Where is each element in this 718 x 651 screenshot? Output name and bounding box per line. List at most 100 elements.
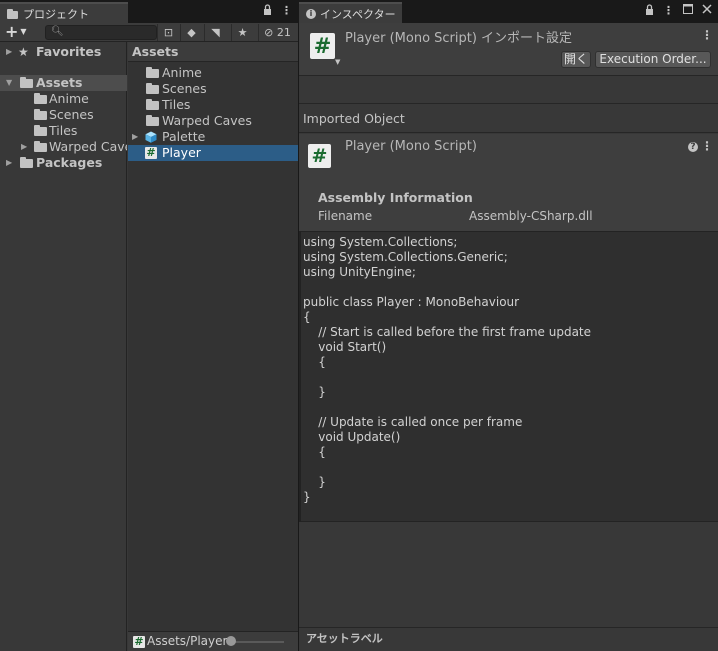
folder-icon <box>34 109 47 120</box>
code-line: { <box>303 310 311 324</box>
favorite-button[interactable]: ★ <box>231 24 253 41</box>
filename-value: Assembly-CSharp.dll <box>469 209 593 223</box>
selected-asset-path: Assets/Player <box>147 634 227 648</box>
folder-icon <box>7 8 19 19</box>
code-line: { <box>303 445 326 459</box>
folder-icon <box>146 67 159 78</box>
project-tabbar: プロジェクト ⋮ <box>0 0 298 23</box>
search-input[interactable] <box>62 26 154 39</box>
tree-item-scenes[interactable]: Scenes <box>0 107 127 123</box>
kebab-menu-icon[interactable]: ⋮ <box>701 139 713 153</box>
expand-arrow-icon[interactable]: ▶ <box>132 129 138 145</box>
list-item-player[interactable]: # Player <box>128 145 298 161</box>
folder-icon <box>146 99 159 110</box>
filter-by-type-button[interactable]: ◆ <box>180 24 202 41</box>
list-item-palette[interactable]: ▶ Palette <box>128 129 298 145</box>
project-footer: # Assets/Player <box>128 631 298 651</box>
code-line: } <box>303 385 326 399</box>
tree-item-favorites[interactable]: ▶ ★ Favorites <box>0 44 127 60</box>
list-item-label: Warped Caves <box>162 113 252 128</box>
hidden-count: 21 <box>276 26 291 39</box>
assembly-title: Assembly Information <box>318 190 473 205</box>
asset-list: Assets Anime Scenes Tiles Warped Caves ▶… <box>128 42 298 631</box>
inspector-tabbar: i インスペクター ⋮ <box>299 0 718 23</box>
search-field[interactable]: 🔍︎ <box>45 25 157 40</box>
code-line: using System.Collections.Generic; <box>303 250 508 264</box>
kebab-menu-icon[interactable]: ⋮ <box>281 4 292 18</box>
list-item-scenes[interactable]: Scenes <box>128 81 298 97</box>
star-icon: ★ <box>237 26 248 39</box>
eye-slash-icon: ⊘ <box>264 26 274 39</box>
icon-size-slider-track[interactable] <box>228 641 284 643</box>
folder-icon <box>34 125 47 136</box>
list-item-tiles[interactable]: Tiles <box>128 97 298 113</box>
tab-inspector[interactable]: i インスペクター <box>299 2 402 23</box>
close-icon[interactable] <box>702 4 712 18</box>
tree-item-label: Favorites <box>36 44 102 59</box>
code-line: using UnityEngine; <box>303 265 416 279</box>
script-preview: using System.Collections; using System.C… <box>299 231 718 522</box>
code-line: } <box>303 475 326 489</box>
code-line: void Start() <box>303 340 387 354</box>
create-button[interactable]: + ▼ <box>5 23 37 41</box>
info-icon: i <box>306 8 316 19</box>
lock-icon[interactable] <box>645 4 654 18</box>
filename-label: Filename <box>318 209 373 223</box>
list-item-anime[interactable]: Anime <box>128 65 298 81</box>
kebab-menu-icon[interactable]: ⋮ <box>663 4 674 18</box>
kebab-menu-icon[interactable]: ⋮ <box>701 28 713 42</box>
search-scope-icon: ⊡ <box>163 26 174 39</box>
search-by-type-button[interactable]: ⊡ <box>157 24 179 41</box>
csharp-script-icon: # <box>145 146 157 159</box>
open-button[interactable]: 開く <box>561 51 591 68</box>
list-item-label: Tiles <box>162 97 191 112</box>
star-icon: ★ <box>18 45 29 59</box>
help-icon[interactable]: ? <box>688 142 698 152</box>
expand-arrow-icon[interactable]: ▶ <box>6 44 12 60</box>
folder-icon <box>146 115 159 126</box>
tab-project-label: プロジェクト <box>23 7 89 21</box>
hidden-packages-button[interactable]: ⊘ 21 <box>258 24 296 41</box>
list-item-label: Player <box>162 145 201 160</box>
expand-arrow-icon[interactable]: ▶ <box>6 155 12 171</box>
code-line: } <box>303 490 311 504</box>
imported-object-header: # Player (Mono Script) ? ⋮ <box>299 134 718 184</box>
tree-item-label: Packages <box>36 155 103 170</box>
tree-item-assets[interactable]: ▼ Assets <box>0 75 127 91</box>
tree-item-anime[interactable]: Anime <box>0 91 127 107</box>
plus-icon: + <box>5 22 19 41</box>
header-spacer <box>299 77 718 104</box>
csharp-script-icon: # <box>310 33 335 59</box>
list-item-label: Palette <box>162 129 206 144</box>
chevron-down-icon[interactable]: ▼ <box>335 58 340 66</box>
tree-item-label: Warped Caves <box>49 139 127 154</box>
shapes-icon: ◆ <box>187 26 196 39</box>
object-title: Player (Mono Script) <box>345 139 477 154</box>
prefab-cube-icon <box>145 131 157 143</box>
project-toolbar: + ▼ 🔍︎ ⊡ ◆ ◥ ★ ⊘ 21 <box>0 23 298 42</box>
asset-labels-section[interactable]: アセットラベル <box>299 627 718 651</box>
tree-item-warped-caves[interactable]: ▶ Warped Caves <box>0 139 127 155</box>
filter-by-label-button[interactable]: ◥ <box>204 24 226 41</box>
tab-inspector-label: インスペクター <box>320 7 396 21</box>
collapse-arrow-icon[interactable]: ▼ <box>6 75 12 91</box>
execution-order-button[interactable]: Execution Order... <box>595 51 711 68</box>
folder-icon <box>34 141 47 152</box>
tree-item-label: Assets <box>36 75 83 90</box>
csharp-script-icon: # <box>308 144 331 168</box>
lock-icon[interactable] <box>263 4 272 18</box>
expand-arrow-icon[interactable]: ▶ <box>21 139 27 155</box>
chevron-down-icon: ▼ <box>20 27 27 36</box>
list-item-warped-caves[interactable]: Warped Caves <box>128 113 298 129</box>
maximize-icon[interactable] <box>683 4 693 18</box>
folder-icon <box>146 83 159 94</box>
imported-object-label: Imported Object <box>299 105 718 133</box>
code-line: using System.Collections; <box>303 235 458 249</box>
tab-project[interactable]: プロジェクト <box>0 2 128 23</box>
folder-icon <box>20 157 33 168</box>
tree-item-tiles[interactable]: Tiles <box>0 123 127 139</box>
tree-item-packages[interactable]: ▶ Packages <box>0 155 127 171</box>
icon-size-slider-thumb[interactable] <box>226 636 236 646</box>
csharp-script-icon: # <box>133 635 145 648</box>
inspector-window: i インスペクター ⋮ # ▼ Player (Mono Script) インポ… <box>299 0 718 651</box>
